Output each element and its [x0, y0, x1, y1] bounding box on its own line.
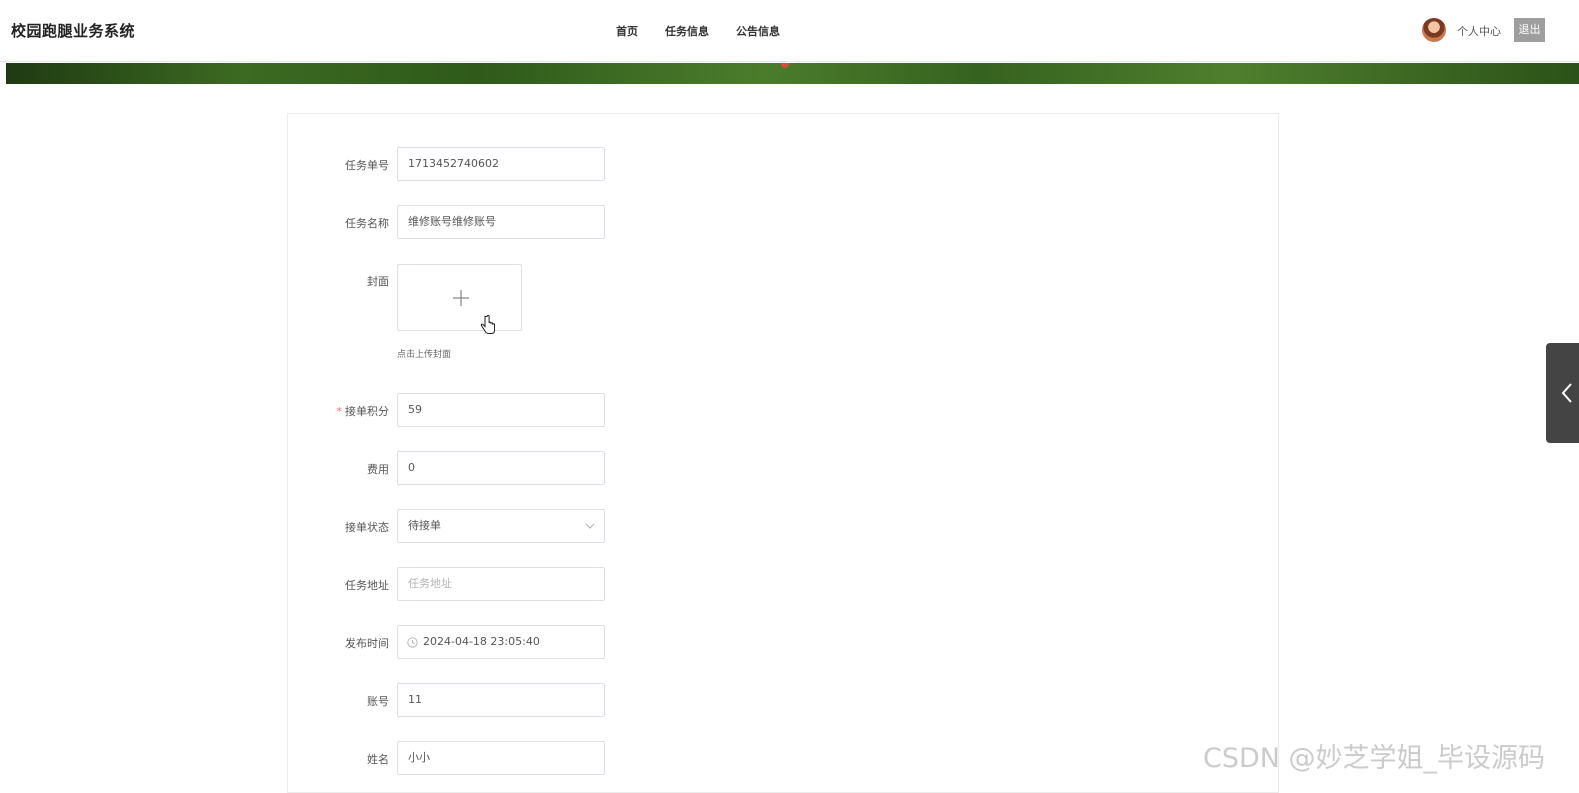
publish-time-label: 发布时间 — [345, 637, 389, 650]
nav-tasks[interactable]: 任务信息 — [665, 23, 709, 39]
task-no-input[interactable]: 1713452740602 — [397, 147, 605, 181]
name-label: 姓名 — [367, 753, 389, 766]
user-avatar[interactable] — [1422, 18, 1446, 42]
publish-time-picker[interactable]: 2024-04-18 23:05:40 — [397, 625, 605, 659]
address-label: 任务地址 — [345, 579, 389, 592]
points-input[interactable]: 59 — [397, 393, 605, 427]
top-header: 校园跑腿业务系统 首页 任务信息 公告信息 个人中心 退出 — [0, 0, 1579, 62]
cover-label: 封面 — [367, 275, 389, 288]
account-input[interactable]: 11 — [397, 683, 605, 717]
publish-time-value: 2024-04-18 23:05:40 — [423, 635, 540, 648]
task-no-label: 任务单号 — [345, 159, 389, 172]
cover-upload-hint: 点击上传封面 — [397, 350, 452, 360]
account-label: 账号 — [367, 695, 389, 708]
cover-upload[interactable] — [397, 264, 522, 334]
required-mark: * — [336, 405, 343, 418]
hand-cursor-icon — [480, 315, 495, 334]
status-value: 待接单 — [408, 519, 441, 532]
logout-button[interactable]: 退出 — [1514, 18, 1545, 42]
address-input[interactable]: 任务地址 — [397, 567, 605, 601]
plus-icon — [453, 290, 469, 306]
clock-icon — [407, 637, 418, 648]
fee-input[interactable]: 0 — [397, 451, 605, 485]
status-select[interactable]: 待接单 — [397, 509, 605, 543]
status-label: 接单状态 — [345, 521, 389, 534]
task-name-input[interactable]: 维修账号维修账号 — [397, 205, 605, 239]
nav-home[interactable]: 首页 — [616, 23, 638, 39]
side-drawer-toggle[interactable] — [1546, 343, 1579, 443]
watermark: CSDN @妙芝学姐_毕设源码 — [1203, 743, 1546, 774]
chevron-left-icon — [1561, 383, 1572, 403]
chevron-down-icon — [585, 523, 595, 529]
task-name-label: 任务名称 — [345, 217, 389, 230]
site-title: 校园跑腿业务系统 — [11, 22, 136, 40]
user-center-link[interactable]: 个人中心 — [1457, 23, 1501, 39]
nav-notices[interactable]: 公告信息 — [736, 23, 780, 39]
points-label: * 接单积分 — [336, 405, 390, 418]
main-nav: 首页 任务信息 公告信息 — [616, 23, 807, 39]
banner-image — [6, 63, 1579, 84]
fee-label: 费用 — [367, 463, 389, 476]
name-input[interactable]: 小小 — [397, 741, 605, 775]
